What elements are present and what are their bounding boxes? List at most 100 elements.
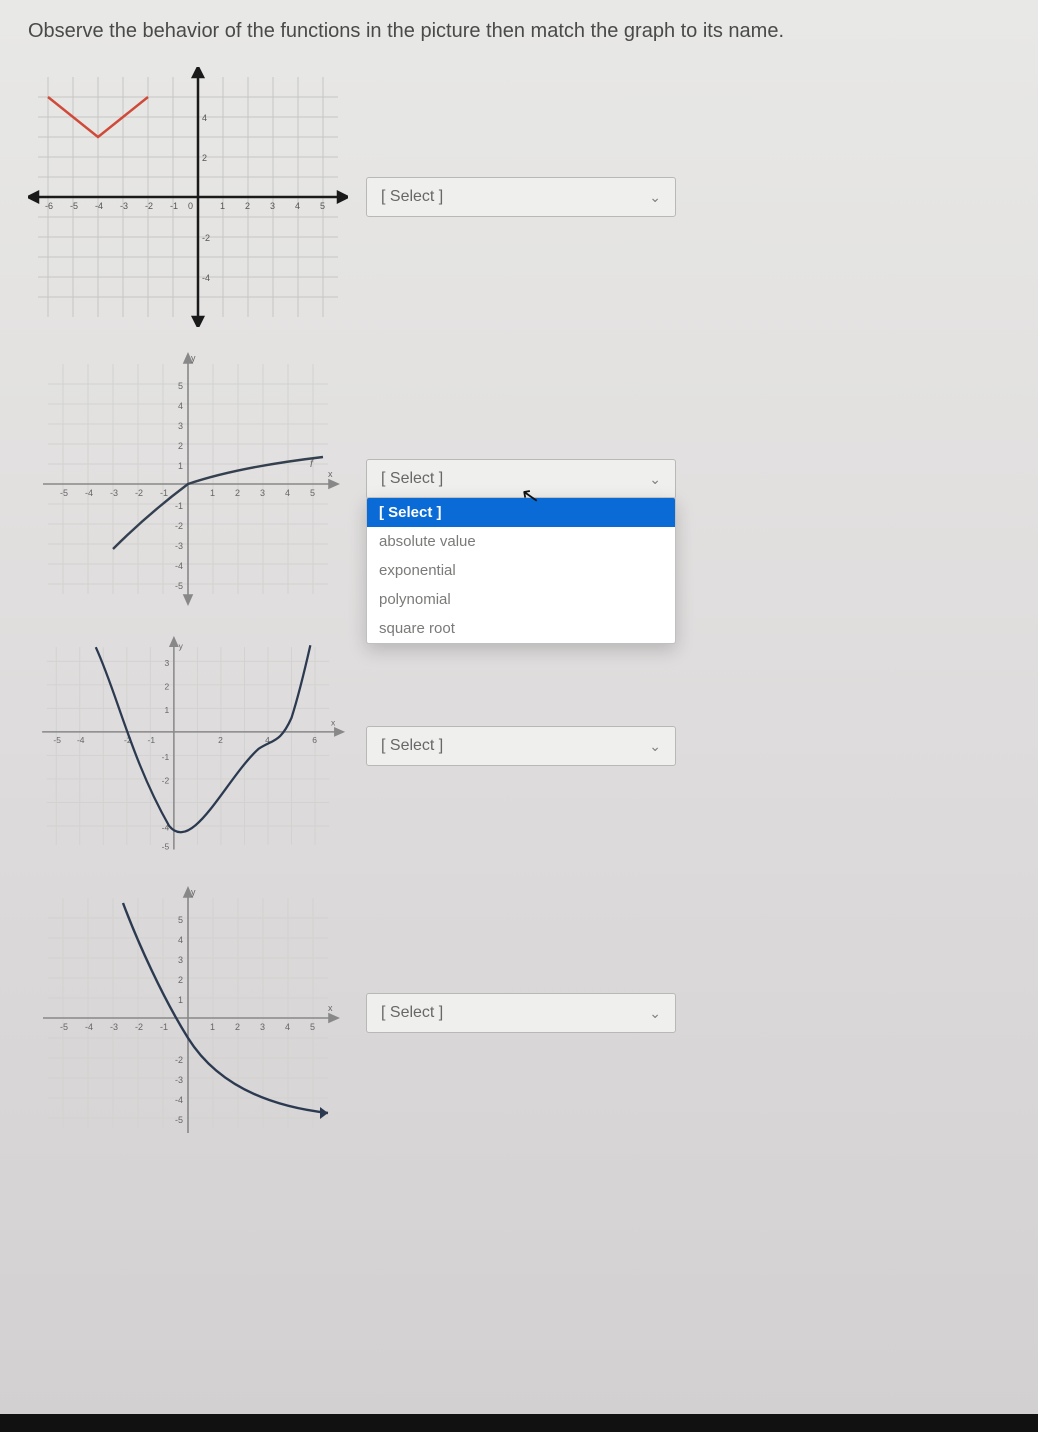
- svg-text:-6: -6: [45, 201, 53, 211]
- svg-text:-3: -3: [120, 201, 128, 211]
- select-graph-2[interactable]: Select ⌄: [366, 459, 676, 499]
- svg-text:3: 3: [178, 955, 183, 965]
- svg-text:2: 2: [178, 975, 183, 985]
- match-row-1: -6 -5 -4 -3 -2 -1 0 1 2 3 4 5 4 2 -2 -4 Select ⌄: [28, 67, 1010, 327]
- svg-text:x: x: [328, 469, 333, 479]
- svg-text:-1: -1: [160, 1022, 168, 1032]
- svg-text:-2: -2: [175, 1055, 183, 1065]
- svg-text:3: 3: [270, 201, 275, 211]
- svg-text:-1: -1: [160, 488, 168, 498]
- svg-text:1: 1: [210, 488, 215, 498]
- svg-text:x: x: [331, 717, 336, 727]
- svg-text:4: 4: [178, 935, 183, 945]
- svg-text:-4: -4: [175, 1095, 183, 1105]
- svg-text:5: 5: [320, 201, 325, 211]
- svg-text:-1: -1: [170, 201, 178, 211]
- svg-text:4: 4: [285, 1022, 290, 1032]
- svg-text:-5: -5: [175, 581, 183, 591]
- chevron-down-icon: ⌄: [649, 1005, 661, 1022]
- svg-text:5: 5: [178, 381, 183, 391]
- svg-text:2: 2: [218, 735, 223, 745]
- svg-text:-2: -2: [135, 488, 143, 498]
- svg-text:4: 4: [178, 401, 183, 411]
- question-prompt: Observe the behavior of the functions in…: [28, 20, 1010, 43]
- svg-text:4: 4: [295, 201, 300, 211]
- dropdown-option-square-root[interactable]: square root: [367, 614, 675, 643]
- svg-text:2: 2: [202, 153, 207, 163]
- svg-text:1: 1: [178, 461, 183, 471]
- svg-text:-1: -1: [162, 752, 170, 762]
- svg-text:5: 5: [178, 915, 183, 925]
- svg-text:4: 4: [202, 113, 207, 123]
- svg-text:-5: -5: [60, 488, 68, 498]
- svg-text:-4: -4: [85, 488, 93, 498]
- svg-text:-4: -4: [175, 561, 183, 571]
- svg-text:2: 2: [245, 201, 250, 211]
- svg-text:1: 1: [164, 705, 169, 715]
- dropdown-option-absolute-value[interactable]: absolute value: [367, 527, 675, 556]
- svg-text:-5: -5: [53, 735, 61, 745]
- svg-text:-3: -3: [110, 1022, 118, 1032]
- select-placeholder: Select: [381, 737, 443, 755]
- svg-text:1: 1: [220, 201, 225, 211]
- dropdown-option-polynomial[interactable]: polynomial: [367, 585, 675, 614]
- svg-text:3: 3: [260, 1022, 265, 1032]
- graph-absolute-value: -6 -5 -4 -3 -2 -1 0 1 2 3 4 5 4 2 -2 -4: [28, 67, 348, 327]
- svg-text:-5: -5: [70, 201, 78, 211]
- graph-polynomial: yx -5-4-2-1246 321-1-2-4-5: [28, 631, 348, 861]
- dropdown-open: Select absolute value exponential polyno…: [366, 497, 676, 644]
- select-graph-4[interactable]: Select ⌄: [366, 993, 676, 1033]
- svg-text:-1: -1: [175, 501, 183, 511]
- svg-text:1: 1: [210, 1022, 215, 1032]
- svg-text:2: 2: [235, 488, 240, 498]
- select-placeholder: Select: [381, 1004, 443, 1022]
- svg-text:0: 0: [188, 201, 193, 211]
- svg-text:3: 3: [164, 658, 169, 668]
- svg-text:x: x: [328, 1003, 333, 1013]
- svg-text:5: 5: [310, 488, 315, 498]
- dropdown-option-exponential[interactable]: exponential: [367, 556, 675, 585]
- svg-text:y: y: [179, 641, 184, 651]
- graph-square-root: yx -5-4-3-2-112345 54321 -1-2-3-4-5 f: [28, 349, 348, 609]
- svg-text:-4: -4: [77, 735, 85, 745]
- svg-text:y: y: [191, 887, 196, 897]
- svg-text:4: 4: [285, 488, 290, 498]
- dropdown-option-placeholder[interactable]: Select: [367, 498, 675, 527]
- svg-text:1: 1: [178, 995, 183, 1005]
- match-row-3: yx -5-4-2-1246 321-1-2-4-5 Select ⌄: [28, 631, 1010, 861]
- svg-text:-3: -3: [110, 488, 118, 498]
- svg-text:-4: -4: [85, 1022, 93, 1032]
- footer-bar: [0, 1414, 1038, 1432]
- svg-text:-2: -2: [162, 776, 170, 786]
- chevron-down-icon: ⌄: [649, 738, 661, 755]
- select-wrap-2: Select ⌄ ↖ Select absolute value exponen…: [366, 459, 676, 499]
- svg-text:-5: -5: [162, 842, 170, 852]
- svg-text:-2: -2: [202, 233, 210, 243]
- svg-text:-3: -3: [175, 541, 183, 551]
- svg-text:-5: -5: [175, 1115, 183, 1125]
- svg-text:-4: -4: [95, 201, 103, 211]
- chevron-down-icon: ⌄: [649, 189, 661, 206]
- svg-text:6: 6: [312, 735, 317, 745]
- svg-text:-2: -2: [135, 1022, 143, 1032]
- svg-text:2: 2: [164, 682, 169, 692]
- match-row-2: yx -5-4-3-2-112345 54321 -1-2-3-4-5 f Se…: [28, 349, 1010, 609]
- select-placeholder: Select: [381, 470, 443, 488]
- svg-text:-4: -4: [202, 273, 210, 283]
- svg-text:3: 3: [260, 488, 265, 498]
- svg-text:-2: -2: [145, 201, 153, 211]
- chevron-down-icon: ⌄: [649, 471, 661, 488]
- svg-text:2: 2: [178, 441, 183, 451]
- select-placeholder: Select: [381, 188, 443, 206]
- svg-text:3: 3: [178, 421, 183, 431]
- svg-text:2: 2: [235, 1022, 240, 1032]
- svg-text:-1: -1: [148, 735, 156, 745]
- svg-text:5: 5: [310, 1022, 315, 1032]
- svg-text:-2: -2: [175, 521, 183, 531]
- svg-text:y: y: [191, 353, 196, 363]
- svg-text:-5: -5: [60, 1022, 68, 1032]
- graph-exponential: yx -5-4-3-2-112345 54321 -2-3-4-5: [28, 883, 348, 1143]
- select-graph-3[interactable]: Select ⌄: [366, 726, 676, 766]
- match-row-4: yx -5-4-3-2-112345 54321 -2-3-4-5 Select…: [28, 883, 1010, 1143]
- select-graph-1[interactable]: Select ⌄: [366, 177, 676, 217]
